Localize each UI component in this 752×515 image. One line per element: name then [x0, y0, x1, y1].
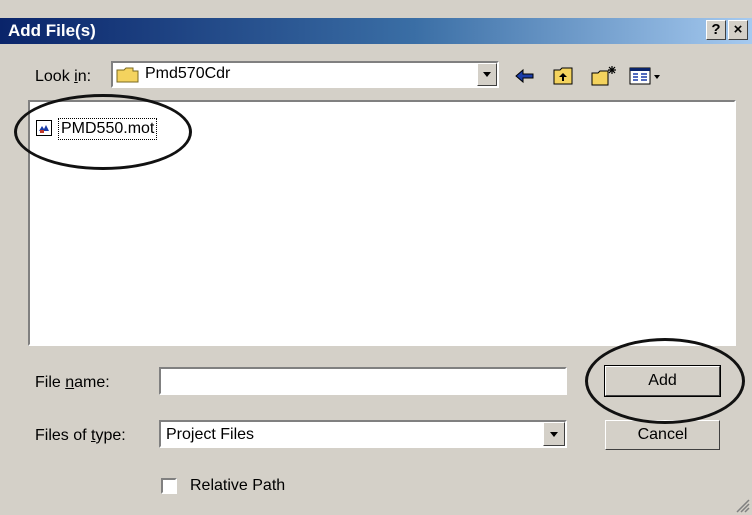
- view-menu-button[interactable]: [628, 64, 662, 88]
- help-button[interactable]: ?: [706, 20, 726, 40]
- close-button[interactable]: ×: [728, 20, 748, 40]
- look-in-dropdown[interactable]: Pmd570Cdr: [111, 61, 499, 88]
- file-type-label: Files of type:: [35, 427, 126, 444]
- chevron-down-icon: [483, 72, 491, 77]
- folder-icon: [116, 67, 139, 83]
- file-type-dropdown-button[interactable]: [543, 422, 565, 446]
- up-one-level-button[interactable]: [551, 64, 577, 88]
- annotation-ellipse: [14, 94, 192, 170]
- file-name-label: File name:: [35, 374, 110, 391]
- look-in-label: Look in:: [35, 68, 92, 85]
- cancel-button[interactable]: Cancel: [605, 420, 720, 450]
- look-in-dropdown-button[interactable]: [477, 63, 497, 86]
- file-name-input[interactable]: [159, 367, 567, 395]
- chevron-down-icon: [550, 432, 558, 437]
- view-menu-icon: [629, 67, 660, 85]
- look-in-value: Pmd570Cdr: [145, 65, 231, 82]
- annotation-ellipse: [585, 338, 745, 424]
- back-button[interactable]: [512, 64, 538, 88]
- resize-grip-icon[interactable]: [736, 499, 750, 513]
- back-arrow-icon: [515, 68, 534, 84]
- up-folder-icon: [553, 67, 573, 85]
- title-bar[interactable]: Add File(s) ? ×: [0, 18, 752, 44]
- add-files-dialog: Add File(s) ? × Look in: Pmd570Cdr PMD55…: [0, 0, 752, 515]
- new-folder-button[interactable]: [590, 64, 616, 88]
- new-folder-icon: [591, 66, 616, 86]
- relative-path-checkbox[interactable]: [161, 478, 177, 494]
- dialog-title: Add File(s): [8, 21, 96, 40]
- relative-path-label: Relative Path: [190, 477, 286, 494]
- file-type-dropdown[interactable]: Project Files: [159, 420, 567, 448]
- file-type-value: Project Files: [166, 426, 255, 443]
